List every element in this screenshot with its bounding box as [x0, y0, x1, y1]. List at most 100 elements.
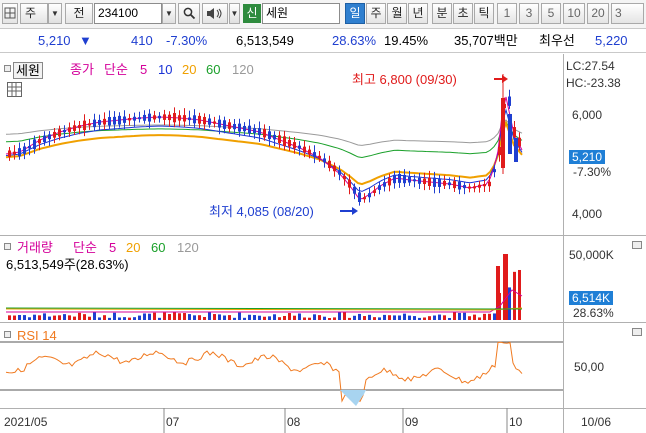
volume-bar — [38, 315, 41, 320]
toolbar: 주 ▼ 전 234100 ▼ ▼ 신 세원 일 주 월 년 분 초 틱 1 3 … — [0, 0, 646, 29]
low-annotation-arrow — [340, 207, 358, 215]
chevron-down-icon[interactable]: ▼ — [48, 3, 62, 24]
candle-body — [58, 129, 61, 137]
tab-minute[interactable]: 분 — [432, 3, 452, 24]
volume-bar — [496, 266, 500, 320]
candle-body — [518, 137, 521, 147]
interval-30[interactable]: 3 — [611, 3, 644, 24]
volume-bar — [138, 315, 141, 320]
candle-body — [358, 192, 361, 202]
volume-bar — [128, 317, 131, 320]
tab-tick[interactable]: 틱 — [474, 3, 494, 24]
volume-bar — [433, 315, 436, 320]
candle-body — [128, 117, 131, 121]
price-panel-collapse-button[interactable] — [4, 65, 11, 72]
candle-body — [453, 181, 456, 189]
chart-type-select[interactable]: 주 — [20, 3, 48, 24]
volume-bar — [183, 313, 186, 320]
candle-body — [43, 135, 46, 142]
candle-body — [248, 125, 251, 134]
candle-body — [13, 151, 16, 155]
rsi-panel-collapse-button[interactable] — [4, 331, 11, 338]
interval-20[interactable]: 20 — [587, 3, 609, 24]
tab-week[interactable]: 주 — [366, 3, 386, 24]
volume-ma-120-label: 120 — [177, 240, 199, 255]
stock-name-field[interactable]: 세원 — [262, 3, 340, 24]
volume-title: 거래량 — [17, 240, 53, 255]
low-price-annotation: 최저 4,085 (08/20) — [209, 204, 314, 219]
volume-bar — [108, 317, 111, 320]
volume-bar — [68, 315, 71, 320]
volume-bar — [343, 312, 346, 320]
interval-5[interactable]: 5 — [541, 3, 561, 24]
candle-body — [193, 115, 196, 124]
rsi-title: RSI 14 — [17, 328, 57, 343]
ma-20-label: 20 — [182, 62, 197, 77]
volume-ma-type-label: 단순 — [73, 240, 97, 255]
chevron-down-icon[interactable]: ▼ — [162, 3, 176, 24]
volume-bar — [413, 316, 416, 320]
tab-second[interactable]: 초 — [453, 3, 473, 24]
stock-code-input[interactable]: 234100 — [94, 3, 162, 24]
speaker-icon[interactable] — [202, 3, 228, 24]
current-volume-marker: 6,514K — [569, 291, 614, 305]
ma-5-label: 5 — [140, 62, 148, 77]
volume-bar — [218, 314, 221, 320]
candle-body — [388, 178, 391, 186]
jeon-button[interactable]: 전 — [65, 3, 93, 24]
volume-bar — [418, 317, 421, 320]
chart-area[interactable]: 세원 종가 단순 5 10 20 60 120 최고 6,800 (09/30)… — [0, 54, 646, 433]
candle-body — [228, 122, 231, 129]
volume-bar — [458, 312, 461, 320]
price-mode-label[interactable]: 세원 — [13, 62, 43, 79]
volume-bar — [383, 314, 386, 320]
high-price-annotation: 최고 6,800 (09/30) — [352, 72, 457, 87]
tab-day[interactable]: 일 — [345, 3, 365, 24]
candle-body — [328, 160, 331, 169]
candle-body — [288, 139, 291, 147]
ma-type-label: 단순 — [104, 62, 128, 77]
volume-bar — [258, 315, 261, 320]
volume-bar — [73, 316, 76, 320]
rsi-panel-menu-button[interactable] — [632, 328, 642, 336]
chevron-down-icon[interactable]: ▼ — [229, 3, 240, 24]
candle-body — [483, 183, 486, 187]
quote-bar: 5,210 ▼ 410 -7.30% 6,513,549 28.63% 19.4… — [0, 29, 646, 53]
candle-body — [78, 125, 81, 129]
candle-body — [203, 116, 206, 125]
candle-body — [313, 152, 316, 157]
volume-panel-menu-button[interactable] — [632, 241, 642, 249]
x-label-07: 07 — [166, 415, 180, 429]
trade-volume: 6,513,549 — [236, 33, 294, 48]
candle-body — [478, 184, 481, 188]
tab-month[interactable]: 월 — [387, 3, 407, 24]
volume-bar — [148, 313, 151, 320]
volume-bar — [153, 312, 156, 320]
candle-body — [338, 170, 341, 175]
grid-icon[interactable] — [7, 82, 22, 97]
ma-10-label: 10 — [158, 62, 173, 77]
menu-icon[interactable] — [2, 3, 18, 24]
interval-1[interactable]: 1 — [497, 3, 517, 24]
volume-bar — [293, 315, 296, 320]
lc-label: LC:27.54 — [566, 59, 615, 73]
candle-body — [218, 119, 221, 128]
tab-year[interactable]: 년 — [408, 3, 428, 24]
search-icon[interactable] — [178, 3, 200, 24]
volume-bar — [278, 317, 281, 320]
volume-bar — [398, 315, 401, 320]
volume-bar — [223, 315, 226, 320]
volume-bar — [478, 317, 481, 320]
candle-body — [178, 115, 181, 121]
volume-bar — [193, 315, 196, 320]
candle-body — [83, 120, 86, 131]
volume-bar — [313, 314, 316, 320]
candle-body — [213, 121, 216, 124]
volume-bar — [123, 317, 126, 320]
interval-10[interactable]: 10 — [563, 3, 585, 24]
volume-bar — [243, 317, 246, 320]
candle-body — [23, 146, 26, 154]
interval-3[interactable]: 3 — [519, 3, 539, 24]
volume-bar — [403, 313, 406, 320]
volume-panel-collapse-button[interactable] — [4, 243, 11, 250]
